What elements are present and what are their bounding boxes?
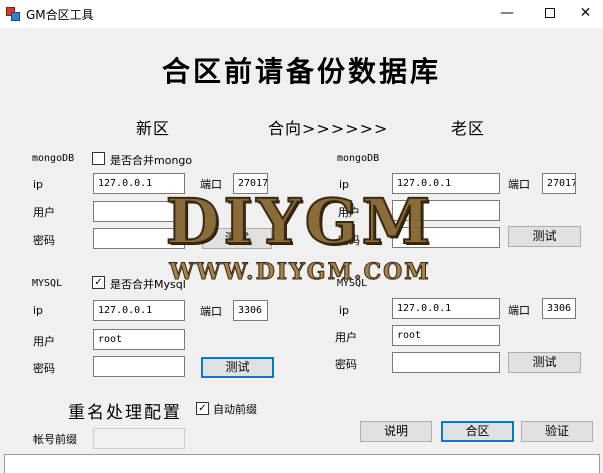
right-mongo-test-button[interactable]: 测试 bbox=[508, 226, 581, 247]
left-mysql-label: MYSQL bbox=[32, 278, 63, 289]
right-mysql-password-input[interactable] bbox=[392, 352, 500, 373]
left-mongo-merge-checkbox[interactable] bbox=[92, 152, 105, 165]
left-mongo-ip-label: ip bbox=[33, 178, 44, 191]
help-button[interactable]: 说明 bbox=[360, 421, 432, 442]
right-mysql-ip-label: ip bbox=[339, 304, 350, 317]
account-prefix-input[interactable] bbox=[93, 428, 185, 449]
left-mongo-merge-checkbox-label: 是否合并mongo bbox=[110, 154, 193, 167]
close-button[interactable]: ✕ bbox=[568, 0, 603, 28]
left-mongo-port-label: 端口 bbox=[200, 178, 222, 191]
auto-prefix-checkbox[interactable]: ✓ bbox=[196, 402, 209, 415]
left-mongo-port-input[interactable]: 27017 bbox=[233, 173, 268, 194]
rename-config-title: 重名处理配置 bbox=[68, 403, 182, 423]
right-mongo-port-label: 端口 bbox=[508, 178, 530, 191]
right-mysql-user-input[interactable]: root bbox=[392, 325, 500, 346]
right-mongo-label: mongoDB bbox=[337, 153, 380, 164]
right-mysql-test-button[interactable]: 测试 bbox=[508, 352, 581, 373]
left-mongo-password-label: 密码 bbox=[33, 234, 55, 247]
right-mongo-user-label: 用户 bbox=[338, 206, 360, 219]
checkmark-icon: ✓ bbox=[94, 277, 103, 288]
right-mysql-label: MYSQL bbox=[337, 278, 368, 289]
right-mongo-user-input[interactable] bbox=[392, 200, 500, 221]
right-mysql-port-input[interactable]: 3306 bbox=[542, 298, 576, 319]
new-zone-label: 新区 bbox=[136, 119, 171, 138]
left-mysql-ip-label: ip bbox=[33, 304, 44, 317]
merge-direction-label: 合向>>>>>> bbox=[268, 119, 389, 138]
page-title: 合区前请备份数据库 bbox=[161, 55, 441, 88]
left-mysql-merge-checkbox-label: 是否合并Mysql bbox=[110, 278, 186, 291]
right-mysql-user-label: 用户 bbox=[335, 331, 357, 344]
left-mongo-user-input[interactable] bbox=[93, 201, 185, 222]
auto-prefix-label: 自动前缀 bbox=[213, 403, 257, 416]
log-output[interactable] bbox=[4, 454, 600, 473]
right-mongo-password-label: 密码 bbox=[338, 234, 360, 247]
merge-button[interactable]: 合区 bbox=[441, 421, 514, 442]
verify-button[interactable]: 验证 bbox=[521, 421, 593, 442]
right-mongo-ip-label: ip bbox=[339, 178, 350, 191]
right-mongo-password-input[interactable] bbox=[392, 227, 500, 248]
right-mysql-ip-input[interactable]: 127.0.0.1 bbox=[392, 298, 500, 319]
maximize-icon bbox=[545, 8, 555, 18]
left-mysql-password-input[interactable] bbox=[93, 356, 185, 377]
left-mongo-password-input[interactable] bbox=[93, 228, 185, 249]
title-bar[interactable]: GM合区工具 — ✕ bbox=[0, 0, 603, 28]
old-zone-label: 老区 bbox=[451, 119, 486, 138]
minimize-button[interactable]: — bbox=[484, 0, 530, 28]
window-title: GM合区工具 bbox=[26, 8, 94, 22]
left-mysql-password-label: 密码 bbox=[33, 362, 55, 375]
left-mysql-port-label: 端口 bbox=[200, 305, 222, 318]
checkmark-icon: ✓ bbox=[198, 403, 207, 414]
left-mysql-user-input[interactable]: root bbox=[93, 329, 185, 350]
left-mongo-label: mongoDB bbox=[32, 153, 75, 164]
left-mongo-user-label: 用户 bbox=[33, 206, 55, 219]
right-mongo-ip-input[interactable]: 127.0.0.1 bbox=[392, 173, 500, 194]
maximize-button[interactable] bbox=[527, 0, 573, 28]
left-mysql-merge-checkbox[interactable]: ✓ bbox=[92, 276, 105, 289]
left-mysql-user-label: 用户 bbox=[33, 335, 55, 348]
account-prefix-label: 帐号前缀 bbox=[33, 433, 77, 446]
right-mongo-port-input[interactable]: 27017 bbox=[542, 173, 576, 194]
right-mysql-password-label: 密码 bbox=[335, 358, 357, 371]
left-mysql-ip-input[interactable]: 127.0.0.1 bbox=[93, 300, 185, 321]
watermark-url: WWW.DIYGM.COM bbox=[169, 259, 431, 286]
app-icon bbox=[6, 7, 20, 21]
left-mysql-test-button[interactable]: 测试 bbox=[201, 357, 274, 378]
left-mongo-ip-input[interactable]: 127.0.0.1 bbox=[93, 173, 185, 194]
right-mysql-port-label: 端口 bbox=[508, 304, 530, 317]
left-mysql-port-input[interactable]: 3306 bbox=[233, 300, 268, 321]
left-mongo-test-button[interactable]: 测试 bbox=[202, 228, 272, 249]
